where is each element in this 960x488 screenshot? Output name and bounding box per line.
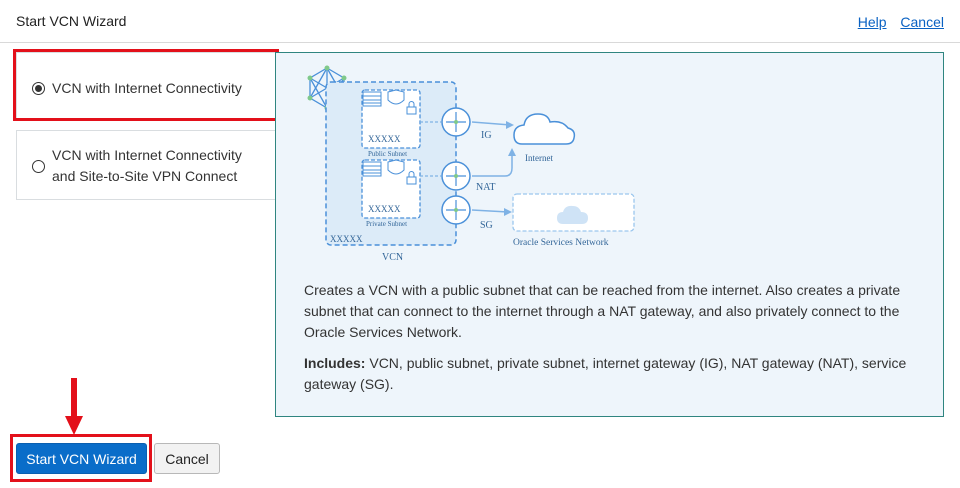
private-subnet-cidr: XXXXX [368, 204, 401, 214]
option-description: Creates a VCN with a public subnet that … [304, 280, 924, 395]
cancel-link[interactable]: Cancel [900, 14, 944, 30]
includes-label: Includes: [304, 355, 366, 371]
server-icon [362, 161, 382, 177]
option-label: VCN with Internet Connectivity and Site-… [52, 147, 242, 184]
description-text: Creates a VCN with a public subnet that … [304, 282, 901, 340]
help-link[interactable]: Help [858, 14, 887, 30]
shield-icon [387, 159, 405, 175]
option-label: VCN with Internet Connectivity [52, 80, 242, 96]
vcn-label: VCN [382, 252, 403, 263]
sg-label: SG [480, 220, 493, 231]
ig-label: IG [481, 130, 492, 141]
vcn-diagram: XXXXX Public Subnet XXXXX Private Subnet… [307, 65, 635, 263]
option-vcn-internet-vpn[interactable]: VCN with Internet Connectivity and Site-… [16, 130, 276, 200]
server-icon [362, 91, 382, 107]
oracle-services-network-label: Oracle Services Network [513, 238, 609, 248]
option-vcn-internet[interactable]: VCN with Internet Connectivity [16, 52, 276, 120]
nat-label: NAT [476, 182, 495, 193]
private-subnet-label: Private Subnet [366, 220, 407, 228]
red-arrow-down-icon [65, 378, 83, 435]
shield-icon [387, 89, 405, 105]
public-subnet-cidr: XXXXX [368, 134, 401, 144]
internet-gateway-icon [441, 107, 471, 137]
radio-selected-icon[interactable] [32, 82, 45, 95]
start-vcn-wizard-button[interactable]: Start VCN Wizard [16, 443, 147, 474]
cloud-icon [513, 113, 576, 145]
includes-paragraph: Includes: VCN, public subnet, private su… [304, 353, 924, 395]
vcn-cidr: XXXXX [330, 234, 363, 244]
cancel-button[interactable]: Cancel [154, 443, 220, 474]
internet-label: Internet [525, 153, 553, 163]
dialog-header: Start VCN Wizard Help Cancel [0, 0, 960, 43]
dialog-title: Start VCN Wizard [16, 13, 127, 29]
header-links: Help Cancel [848, 14, 944, 30]
nat-gateway-icon [441, 161, 471, 191]
radio-unselected-icon[interactable] [32, 160, 45, 173]
includes-text: VCN, public subnet, private subnet, inte… [304, 355, 907, 392]
public-subnet-label: Public Subnet [368, 150, 407, 158]
service-gateway-icon [441, 195, 471, 225]
